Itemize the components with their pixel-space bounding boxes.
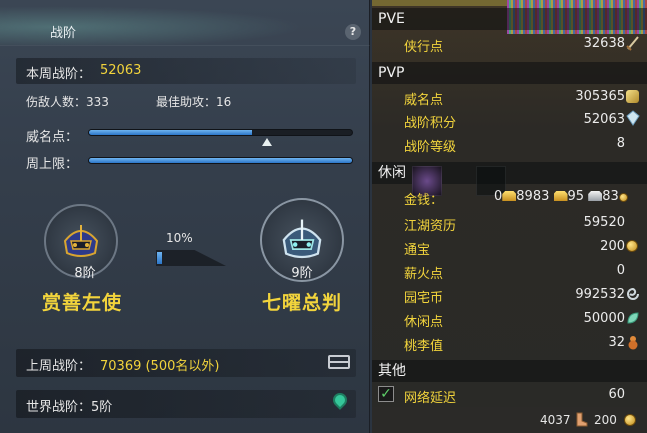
- fame-progress-bar: [88, 129, 353, 136]
- money-label: 金钱：: [404, 193, 444, 208]
- cap-progress-fill: [89, 158, 352, 163]
- cap-progress-bar: [88, 157, 353, 164]
- latency-value: 60: [608, 387, 625, 402]
- row-value: 0: [616, 263, 625, 278]
- section-pvp-header: PVP: [372, 62, 647, 84]
- currency-panel: PVE 侠行点 32638 PVP 威名点 305365 战阶积分 52063 …: [372, 0, 647, 433]
- rank-panel: 战阶 ? 本周战阶： 52063 伤敌人数：333 最佳助攻：16 威名点： 周…: [0, 0, 370, 433]
- helmet-silver-icon: [282, 219, 322, 259]
- helmet-gold-icon: [63, 225, 99, 257]
- upgrade-progress-track: [156, 250, 226, 266]
- fame-label: 威名点：: [26, 130, 79, 145]
- gourd-icon: [628, 336, 638, 350]
- last-week-label: 上周战阶：: [26, 359, 92, 374]
- status-right-value: 200: [594, 413, 617, 427]
- help-button[interactable]: ?: [345, 24, 361, 40]
- money-value: 0 8983 95 83: [494, 189, 628, 204]
- row-value: 52063: [583, 112, 625, 127]
- current-rank-name: 赏善左使: [41, 292, 122, 314]
- next-rank-name: 七曜总判: [261, 292, 342, 314]
- assists-stat: 最佳助攻：16: [156, 95, 232, 109]
- row-label: 桃李值: [404, 339, 444, 354]
- upgrade-percent: 10%: [166, 231, 193, 245]
- status-left-value: 4037: [540, 413, 571, 427]
- gold-ingot-icon: [502, 191, 517, 201]
- money-part: 83: [602, 189, 619, 204]
- row-value: 50000: [583, 311, 625, 326]
- row-value: 992532: [575, 287, 625, 302]
- copper-coin-icon: [618, 193, 628, 202]
- next-rank-level: 9阶: [291, 266, 313, 281]
- money-part: 8983: [516, 189, 550, 204]
- sword-icon: [626, 36, 639, 51]
- crystal-icon: [626, 110, 640, 126]
- cap-label: 周上限：: [26, 157, 79, 172]
- enemies-stat: 伤敌人数：333: [26, 95, 109, 109]
- row-label: 通宝: [404, 243, 431, 258]
- row-label: 侠行点: [404, 40, 444, 55]
- row-value: 200: [600, 239, 625, 254]
- world-rank-label: 世界战阶：5阶: [26, 400, 113, 415]
- coin-icon: [624, 414, 636, 426]
- coin-icon: [626, 240, 638, 252]
- row-label: 园宅币: [404, 291, 444, 306]
- chest-icon[interactable]: [328, 355, 350, 369]
- fame-marker-icon: [262, 138, 273, 146]
- silver-ingot-icon: [588, 191, 603, 201]
- panel-title: 战阶: [50, 26, 77, 41]
- row-label: 战阶等级: [404, 140, 457, 155]
- row-label: 薪火点: [404, 267, 444, 282]
- weekly-rank-label: 本周战阶：: [26, 67, 92, 82]
- latency-label: 网络延迟: [404, 391, 457, 406]
- swirl-icon: [627, 287, 639, 300]
- row-value: 305365: [575, 89, 625, 104]
- row-label: 战阶积分: [404, 116, 457, 131]
- row-label: 江湖资历: [404, 219, 457, 234]
- fame-progress-fill: [89, 130, 253, 135]
- weekly-rank-value: 52063: [100, 63, 142, 78]
- row-value: 32: [608, 335, 625, 350]
- money-part: 95: [567, 189, 585, 204]
- row-label: 威名点: [404, 93, 444, 108]
- row-label: 休闲点: [404, 315, 444, 330]
- upgrade-progress-fill: [157, 252, 162, 264]
- leaf-icon: [627, 312, 639, 324]
- money-part: 0: [494, 189, 503, 204]
- section-other-header: 其他: [372, 360, 647, 382]
- rank-panel-header: 战阶 ?: [0, 0, 370, 46]
- background-ui-strip: [372, 0, 507, 6]
- last-week-value: 70369 (500名以外): [100, 359, 220, 374]
- row-value: 59520: [583, 215, 625, 230]
- row-value: 8: [616, 136, 625, 151]
- latency-checkbox[interactable]: ✓: [378, 386, 394, 402]
- row-value: 32638: [583, 36, 625, 51]
- boot-icon: [576, 412, 588, 427]
- gold-ingot-small-icon: [553, 191, 568, 201]
- section-pve-header: PVE: [372, 8, 647, 30]
- current-rank-level: 8阶: [74, 266, 96, 281]
- fame-token-icon: [626, 90, 639, 103]
